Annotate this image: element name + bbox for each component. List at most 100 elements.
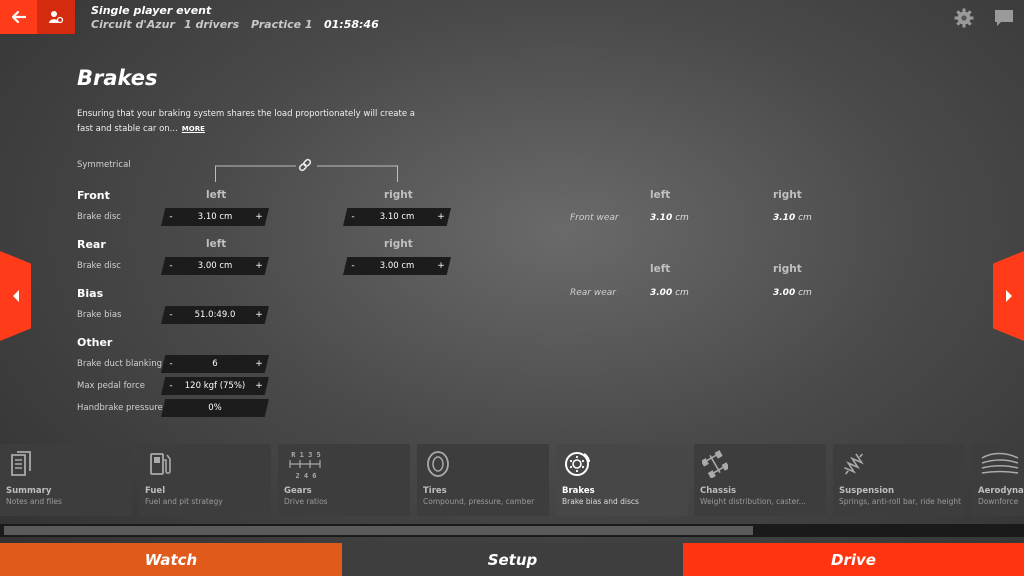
symmetrical-label: Symmetrical bbox=[77, 160, 131, 170]
decrement-button[interactable]: - bbox=[161, 261, 181, 271]
front-left-brake-disc-stepper[interactable]: - 3.10 cm + bbox=[161, 208, 269, 226]
max-pedal-force-label: Max pedal force bbox=[77, 381, 145, 391]
rear-wear-label: Rear wear bbox=[570, 288, 616, 298]
driver-icon bbox=[49, 11, 64, 24]
description: Ensuring that your braking system shares… bbox=[77, 107, 427, 137]
event-title: Single player event bbox=[91, 4, 212, 17]
tile-description: Brake bias and discs bbox=[562, 497, 639, 506]
link-icon[interactable] bbox=[297, 158, 313, 172]
front-wear-right-value: 3.10 cm bbox=[773, 213, 812, 223]
tile-name: Chassis bbox=[700, 486, 737, 496]
front-brake-disc-label: Brake disc bbox=[77, 212, 121, 222]
document-icon bbox=[11, 451, 31, 476]
tile-name: Aerodynamics bbox=[978, 486, 1024, 496]
tile-description: Downforce bbox=[978, 497, 1019, 506]
tiles-scrollbar-thumb[interactable] bbox=[4, 526, 753, 535]
increment-button[interactable]: + bbox=[249, 212, 269, 222]
tire-icon bbox=[427, 451, 449, 477]
next-page-arrow[interactable] bbox=[993, 251, 1024, 341]
gear-icon[interactable] bbox=[954, 8, 974, 28]
front-left-header: left bbox=[206, 189, 227, 201]
front-wear-left-header: left bbox=[650, 189, 671, 201]
driver-profile-button[interactable] bbox=[37, 0, 75, 34]
page-title: Brakes bbox=[77, 66, 158, 90]
fuel-pump-icon bbox=[150, 453, 171, 475]
tile-brakes[interactable]: Brakes Brake bias and discs bbox=[556, 444, 688, 516]
airflow-icon bbox=[981, 452, 1019, 474]
rear-section-title: Rear bbox=[77, 238, 106, 251]
max-pedal-force-stepper[interactable]: - 120 kgf (75%) + bbox=[161, 377, 269, 395]
increment-button[interactable]: + bbox=[431, 212, 451, 222]
previous-page-arrow[interactable] bbox=[0, 251, 31, 341]
suspension-spring-icon bbox=[844, 453, 864, 475]
chevron-right-icon bbox=[1005, 290, 1012, 302]
rear-wear-right-value: 3.00 cm bbox=[773, 288, 812, 298]
brake-disc-icon bbox=[565, 452, 590, 476]
rear-wear-left-value: 3.00 cm bbox=[650, 288, 689, 298]
increment-button[interactable]: + bbox=[431, 261, 451, 271]
chat-icon[interactable] bbox=[994, 9, 1014, 27]
stepper-value: 3.10 cm bbox=[379, 212, 415, 222]
front-right-header: right bbox=[384, 189, 413, 201]
front-right-brake-disc-stepper[interactable]: - 3.10 cm + bbox=[343, 208, 451, 226]
tile-description: Drive ratios bbox=[284, 497, 328, 506]
tile-suspension[interactable]: Suspension Springs, anti-roll bar, ride … bbox=[833, 444, 965, 516]
decrement-button[interactable]: - bbox=[161, 359, 181, 369]
decrement-button[interactable]: - bbox=[161, 381, 181, 391]
session-name: Practice 1 bbox=[251, 18, 313, 31]
tile-description: Compound, pressure, camber bbox=[423, 497, 535, 506]
brake-duct-label: Brake duct blanking bbox=[77, 359, 162, 369]
handbrake-pressure-label: Handbrake pressure bbox=[77, 403, 163, 413]
rear-left-brake-disc-stepper[interactable]: - 3.00 cm + bbox=[161, 257, 269, 275]
front-wear-left-value: 3.10 cm bbox=[650, 213, 689, 223]
stepper-value: 6 bbox=[212, 359, 218, 369]
more-link[interactable]: MORE bbox=[182, 125, 205, 133]
stepper-value: 3.00 cm bbox=[379, 261, 415, 271]
stepper-value: 3.00 cm bbox=[197, 261, 233, 271]
arrow-left-icon bbox=[11, 11, 26, 23]
decrement-button[interactable]: - bbox=[161, 212, 181, 222]
drive-button[interactable]: Drive bbox=[683, 543, 1024, 576]
session-time: 01:58:46 bbox=[324, 18, 379, 31]
tile-name: Suspension bbox=[839, 486, 894, 496]
handbrake-pressure-field[interactable]: 0% bbox=[161, 399, 269, 417]
tile-name: Fuel bbox=[145, 486, 166, 496]
tile-name: Brakes bbox=[562, 486, 595, 496]
tile-aerodynamics[interactable]: Aerodynamics Downforce bbox=[972, 444, 1024, 516]
description-text: Ensuring that your braking system shares… bbox=[77, 109, 415, 134]
increment-button[interactable]: + bbox=[249, 381, 269, 391]
decrement-button[interactable]: - bbox=[343, 261, 363, 271]
brake-bias-stepper[interactable]: - 51.0:49.0 + bbox=[161, 306, 269, 324]
rear-wear-left-header: left bbox=[650, 263, 671, 275]
tile-name: Summary bbox=[6, 486, 52, 496]
rear-left-header: left bbox=[206, 238, 227, 250]
tile-description: Springs, anti-roll bar, ride height bbox=[839, 497, 962, 506]
setup-button[interactable]: Setup bbox=[342, 543, 683, 576]
back-button[interactable] bbox=[0, 0, 37, 34]
driver-count: 1 drivers bbox=[184, 18, 240, 31]
track-name: Circuit d'Azur bbox=[91, 18, 175, 31]
tile-gears[interactable]: R 1 3 5 2 4 6 Gears Drive ratios bbox=[278, 444, 410, 516]
tile-fuel[interactable]: Fuel Fuel and pit strategy bbox=[139, 444, 271, 516]
front-wear-right-header: right bbox=[773, 189, 802, 201]
brake-bias-label: Brake bias bbox=[77, 310, 122, 320]
increment-button[interactable]: + bbox=[249, 359, 269, 369]
rear-wear-right-header: right bbox=[773, 263, 802, 275]
increment-button[interactable]: + bbox=[249, 310, 269, 320]
decrement-button[interactable]: - bbox=[343, 212, 363, 222]
rear-right-brake-disc-stepper[interactable]: - 3.00 cm + bbox=[343, 257, 451, 275]
tile-chassis[interactable]: Chassis Weight distribution, caster... bbox=[694, 444, 826, 516]
stepper-value: 0% bbox=[208, 403, 222, 413]
tile-name: Tires bbox=[423, 486, 447, 496]
brake-duct-stepper[interactable]: - 6 + bbox=[161, 355, 269, 373]
chevron-left-icon bbox=[12, 290, 19, 302]
increment-button[interactable]: + bbox=[249, 261, 269, 271]
tile-tires[interactable]: Tires Compound, pressure, camber bbox=[417, 444, 549, 516]
tile-summary[interactable]: Summary Notes and files bbox=[0, 444, 132, 516]
front-section-title: Front bbox=[77, 189, 110, 202]
bias-section-title: Bias bbox=[77, 287, 104, 300]
tile-description: Fuel and pit strategy bbox=[145, 497, 223, 506]
decrement-button[interactable]: - bbox=[161, 310, 181, 320]
watch-button[interactable]: Watch bbox=[0, 543, 342, 576]
rear-brake-disc-label: Brake disc bbox=[77, 261, 121, 271]
